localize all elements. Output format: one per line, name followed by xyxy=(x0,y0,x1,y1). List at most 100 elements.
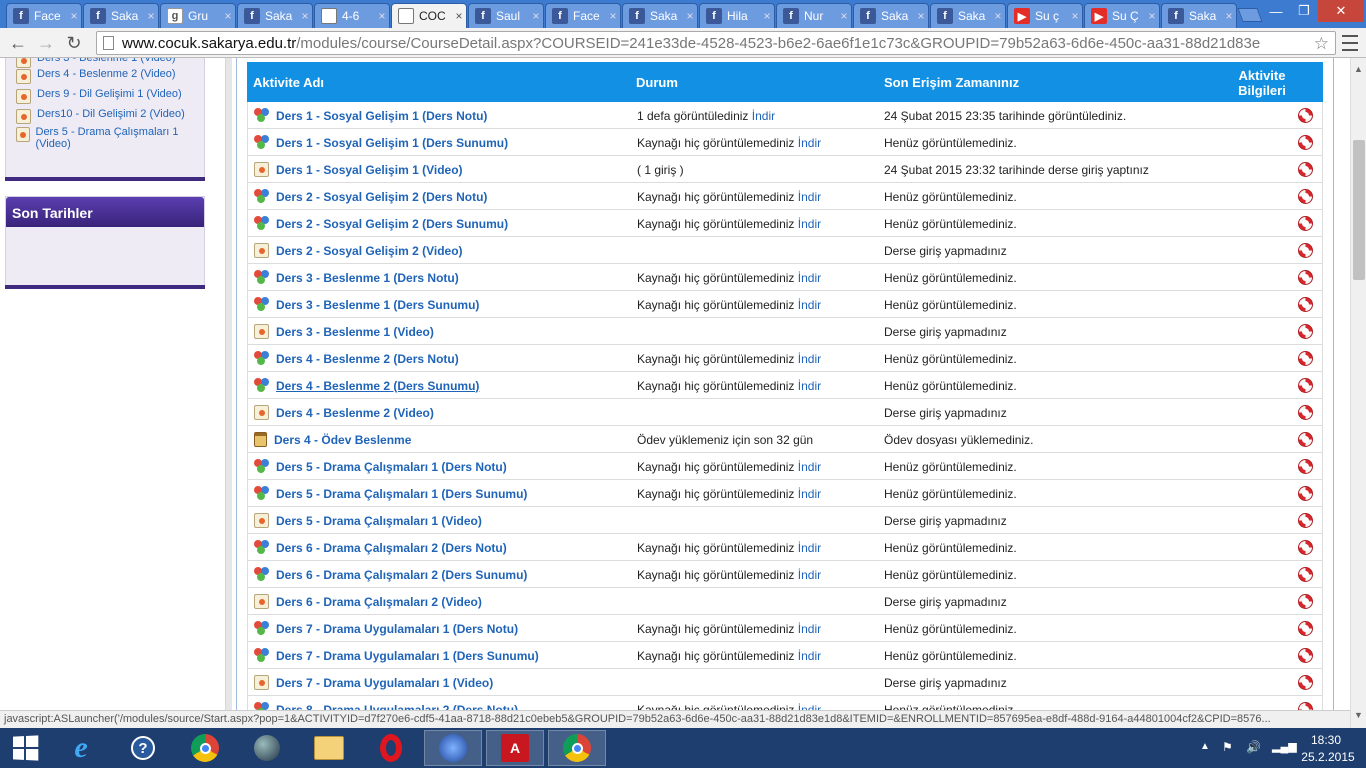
activity-link[interactable]: Ders 1 - Sosyal Gelişim 1 (Ders Notu) xyxy=(276,109,487,123)
chrome-icon[interactable] xyxy=(176,730,234,766)
help-icon[interactable]: ? xyxy=(114,730,172,766)
opera-icon[interactable] xyxy=(362,730,420,766)
lifebuoy-info-icon[interactable] xyxy=(1298,513,1313,528)
tab-close-icon[interactable]: × xyxy=(914,9,928,23)
sidebar-item-video[interactable]: Ders 3 - Beslenme 1 (Video) xyxy=(16,58,196,68)
lifebuoy-info-icon[interactable] xyxy=(1298,540,1313,555)
browser-tab[interactable]: f Saul × xyxy=(468,3,544,28)
sidebar-item-video[interactable]: Ders 9 - Dil Gelişimi 1 (Video) xyxy=(16,88,196,104)
scrollbar-thumb[interactable] xyxy=(1353,140,1365,280)
browser-tab[interactable]: f Saka × xyxy=(1161,3,1237,28)
lifebuoy-info-icon[interactable] xyxy=(1298,594,1313,609)
download-link[interactable]: İndir xyxy=(798,271,821,285)
tab-close-icon[interactable]: × xyxy=(683,9,697,23)
clock-time[interactable]: 18:30 xyxy=(1296,733,1356,747)
back-button[interactable]: ← xyxy=(6,31,30,55)
browser-tab[interactable]: f Face × xyxy=(6,3,82,28)
browser-tab[interactable]: f Saka × xyxy=(853,3,929,28)
download-link[interactable]: İndir xyxy=(798,568,821,582)
scroll-down-arrow-icon[interactable]: ▼ xyxy=(1354,710,1363,720)
browser-tab[interactable]: ▶ Su ç × xyxy=(1007,3,1083,28)
activity-link[interactable]: Ders 4 - Beslenme 2 (Ders Sunumu) xyxy=(276,379,479,393)
download-link[interactable]: İndir xyxy=(798,487,821,501)
tab-close-icon[interactable]: × xyxy=(837,9,851,23)
tab-close-icon[interactable]: × xyxy=(760,9,774,23)
restore-icon[interactable]: ❐ xyxy=(1290,0,1318,22)
vertical-scrollbar[interactable]: ▲ ▼ xyxy=(1350,58,1366,728)
lifebuoy-info-icon[interactable] xyxy=(1298,486,1313,501)
activity-link[interactable]: Ders 8 - Drama Uygulamaları 2 (Ders Notu… xyxy=(276,703,518,711)
browser-tab[interactable]: f Saka × xyxy=(930,3,1006,28)
download-link[interactable]: İndir xyxy=(798,352,821,366)
forward-button[interactable]: → xyxy=(34,31,58,55)
browser-tab[interactable]: f Saka × xyxy=(237,3,313,28)
tab-close-icon[interactable]: × xyxy=(144,9,158,23)
tab-close-icon[interactable]: × xyxy=(529,9,543,23)
browser-tab[interactable]: f Nur × xyxy=(776,3,852,28)
browser-tab[interactable]: f Saka × xyxy=(83,3,159,28)
lifebuoy-info-icon[interactable] xyxy=(1298,108,1313,123)
chrome-icon[interactable] xyxy=(548,730,606,766)
sidebar-item-video[interactable]: Ders 5 - Drama Çalışmaları 1 (Video) xyxy=(16,126,196,150)
activity-link[interactable]: Ders 4 - Ödev Beslenme xyxy=(274,433,411,447)
tab-close-icon[interactable]: × xyxy=(1222,9,1236,23)
volume-icon[interactable]: 🔊 xyxy=(1246,740,1261,754)
lifebuoy-info-icon[interactable] xyxy=(1298,297,1313,312)
media-icon[interactable] xyxy=(424,730,482,766)
close-window-icon[interactable]: ✕ xyxy=(1318,0,1364,22)
browser-tab[interactable]: 4-6 × xyxy=(314,3,390,28)
lifebuoy-info-icon[interactable] xyxy=(1298,459,1313,474)
browser-tab[interactable]: f Hila × xyxy=(699,3,775,28)
reload-button[interactable]: ↻ xyxy=(62,31,86,55)
acrobat-icon[interactable]: A xyxy=(486,730,544,766)
download-link[interactable]: İndir xyxy=(798,622,821,636)
browser-tab[interactable]: COC × xyxy=(391,3,467,28)
activity-link[interactable]: Ders 5 - Drama Çalışmaları 1 (Ders Sunum… xyxy=(276,487,527,501)
activity-link[interactable]: Ders 5 - Drama Çalışmaları 1 (Video) xyxy=(276,514,482,528)
lifebuoy-info-icon[interactable] xyxy=(1298,270,1313,285)
lifebuoy-info-icon[interactable] xyxy=(1298,351,1313,366)
browser-tab[interactable]: f Saka × xyxy=(622,3,698,28)
clock-date[interactable]: 25.2.2015 xyxy=(1296,750,1360,764)
lifebuoy-info-icon[interactable] xyxy=(1298,189,1313,204)
download-link[interactable]: İndir xyxy=(798,541,821,555)
download-link[interactable]: İndir xyxy=(798,703,821,710)
new-tab-button[interactable] xyxy=(1237,8,1263,22)
lifebuoy-info-icon[interactable] xyxy=(1298,432,1313,447)
sidebar-item-video[interactable]: Ders 4 - Beslenme 2 (Video) xyxy=(16,68,196,84)
browser-tab[interactable]: f Face × xyxy=(545,3,621,28)
activity-link[interactable]: Ders 3 - Beslenme 1 (Video) xyxy=(276,325,434,339)
activity-link[interactable]: Ders 2 - Sosyal Gelişim 2 (Ders Notu) xyxy=(276,190,487,204)
file-explorer-icon[interactable] xyxy=(300,730,358,766)
activity-link[interactable]: Ders 2 - Sosyal Gelişim 2 (Video) xyxy=(276,244,463,258)
sidebar-item-video[interactable]: Ders10 - Dil Gelişimi 2 (Video) xyxy=(16,108,196,124)
internet-explorer-icon[interactable]: e xyxy=(52,730,110,766)
browser-tab[interactable]: g Gru × xyxy=(160,3,236,28)
download-link[interactable]: İndir xyxy=(798,136,821,150)
lifebuoy-info-icon[interactable] xyxy=(1298,405,1313,420)
download-link[interactable]: İndir xyxy=(798,190,821,204)
lifebuoy-info-icon[interactable] xyxy=(1298,567,1313,582)
activity-link[interactable]: Ders 1 - Sosyal Gelişim 1 (Video) xyxy=(276,163,463,177)
tab-close-icon[interactable]: × xyxy=(221,9,235,23)
tab-close-icon[interactable]: × xyxy=(375,9,389,23)
activity-link[interactable]: Ders 6 - Drama Çalışmaları 2 (Ders Notu) xyxy=(276,541,507,555)
activity-link[interactable]: Ders 6 - Drama Çalışmaları 2 (Ders Sunum… xyxy=(276,568,527,582)
activity-link[interactable]: Ders 7 - Drama Uygulamaları 1 (Ders Sunu… xyxy=(276,649,539,663)
activity-link[interactable]: Ders 7 - Drama Uygulamaları 1 (Ders Notu… xyxy=(276,622,518,636)
activity-link[interactable]: Ders 7 - Drama Uygulamaları 1 (Video) xyxy=(276,676,493,690)
lifebuoy-info-icon[interactable] xyxy=(1298,378,1313,393)
tab-close-icon[interactable]: × xyxy=(1068,9,1082,23)
tab-close-icon[interactable]: × xyxy=(606,9,620,23)
lifebuoy-info-icon[interactable] xyxy=(1298,216,1313,231)
download-link[interactable]: İndir xyxy=(798,379,821,393)
activity-link[interactable]: Ders 1 - Sosyal Gelişim 1 (Ders Sunumu) xyxy=(276,136,508,150)
bookmark-star-icon[interactable]: ☆ xyxy=(1314,34,1329,54)
windows-start-icon[interactable] xyxy=(0,730,50,766)
lifebuoy-info-icon[interactable] xyxy=(1298,162,1313,177)
activity-link[interactable]: Ders 4 - Beslenme 2 (Ders Notu) xyxy=(276,352,459,366)
tab-close-icon[interactable]: × xyxy=(991,9,1005,23)
activity-link[interactable]: Ders 3 - Beslenme 1 (Ders Notu) xyxy=(276,271,459,285)
lifebuoy-info-icon[interactable] xyxy=(1298,621,1313,636)
browser-tab[interactable]: ▶ Su Ç × xyxy=(1084,3,1160,28)
